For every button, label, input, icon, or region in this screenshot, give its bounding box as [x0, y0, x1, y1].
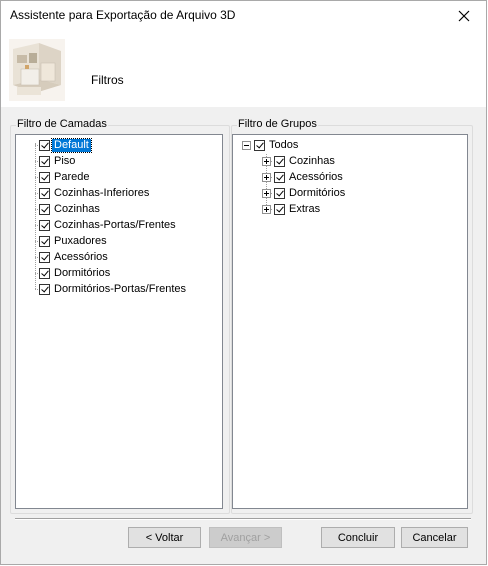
layer-item[interactable]: Acessórios: [39, 250, 110, 265]
layer-item-label: Cozinhas: [54, 203, 100, 215]
layer-item[interactable]: Puxadores: [39, 234, 109, 249]
layer-checkbox[interactable]: [39, 220, 50, 231]
layer-checkbox[interactable]: [39, 236, 50, 247]
checkbox-root[interactable]: [254, 140, 265, 151]
tree-item[interactable]: Dormitórios: [262, 186, 347, 201]
layer-item-label: Puxadores: [54, 235, 107, 247]
layer-filter-label: Filtro de Camadas: [16, 118, 108, 130]
room-3d-icon: [9, 39, 65, 101]
layer-checkbox[interactable]: [39, 156, 50, 167]
layer-checkbox[interactable]: [39, 140, 50, 151]
tree-item-label: Todos: [269, 139, 299, 151]
layer-item-label: Piso: [54, 155, 76, 167]
expand-icon[interactable]: [262, 189, 271, 198]
button-separator: [15, 518, 471, 520]
layer-checkbox[interactable]: [39, 284, 50, 295]
collapse-icon[interactable]: [242, 141, 251, 150]
expand-icon[interactable]: [262, 157, 271, 166]
next-button[interactable]: Avançar >: [209, 527, 282, 548]
finish-button[interactable]: Concluir: [321, 527, 395, 548]
tree-item-label: Acessórios: [289, 171, 343, 183]
wizard-header: Filtros: [1, 31, 486, 107]
layer-item[interactable]: Dormitórios-Portas/Frentes: [39, 282, 188, 297]
cancel-button[interactable]: Cancelar: [401, 527, 468, 548]
tree-item[interactable]: Extras: [262, 202, 322, 217]
title-bar: Assistente para Exportação de Arquivo 3D: [1, 1, 486, 31]
group-checkbox[interactable]: [274, 204, 285, 215]
group-checkbox[interactable]: [274, 172, 285, 183]
layer-item-label: Acessórios: [54, 251, 108, 263]
tree-item[interactable]: Cozinhas: [262, 154, 337, 169]
layer-item[interactable]: Piso: [39, 154, 77, 169]
group-filter-tree[interactable]: Todos Cozinhas Acessórios Dormitórios Extra…: [232, 134, 468, 509]
tree-item-label: Dormitórios: [289, 187, 346, 199]
layer-item[interactable]: Default: [39, 138, 92, 153]
layer-item-label: Parede: [54, 171, 90, 183]
layer-checkbox[interactable]: [39, 172, 50, 183]
tree-item-label: Cozinhas: [289, 155, 335, 167]
layer-item-label: Cozinhas-Inferiores: [54, 187, 150, 199]
layer-filter-list[interactable]: Default Piso Parede Cozinhas-Inferiores Cozi…: [15, 134, 223, 509]
tree-item[interactable]: Acessórios: [262, 170, 345, 185]
layer-item-label: Default: [51, 138, 92, 153]
layer-checkbox[interactable]: [39, 188, 50, 199]
group-checkbox[interactable]: [274, 156, 285, 167]
layer-item-label: Cozinhas-Portas/Frentes: [54, 219, 176, 231]
window-title: Assistente para Exportação de Arquivo 3D: [10, 8, 236, 22]
layer-checkbox[interactable]: [39, 204, 50, 215]
close-button[interactable]: [442, 1, 486, 31]
layer-item[interactable]: Cozinhas: [39, 202, 102, 217]
layer-item[interactable]: Cozinhas-Inferiores: [39, 186, 151, 201]
layer-item[interactable]: Cozinhas-Portas/Frentes: [39, 218, 178, 233]
group-checkbox[interactable]: [274, 188, 285, 199]
layer-item-label: Dormitórios: [54, 267, 111, 279]
tree-item-root[interactable]: Todos: [242, 138, 300, 153]
tree-item-label: Extras: [289, 203, 321, 215]
export-wizard-dialog: Assistente para Exportação de Arquivo 3D…: [0, 0, 487, 565]
back-button[interactable]: < Voltar: [128, 527, 201, 548]
close-icon: [458, 10, 470, 22]
group-filter-label: Filtro de Grupos: [237, 118, 318, 130]
expand-icon[interactable]: [262, 205, 271, 214]
expand-icon[interactable]: [262, 173, 271, 182]
layer-item[interactable]: Dormitórios: [39, 266, 112, 281]
layer-checkbox[interactable]: [39, 268, 50, 279]
layer-checkbox[interactable]: [39, 252, 50, 263]
page-title: Filtros: [91, 73, 124, 87]
layer-item-label: Dormitórios-Portas/Frentes: [54, 283, 187, 295]
layer-item[interactable]: Parede: [39, 170, 91, 185]
